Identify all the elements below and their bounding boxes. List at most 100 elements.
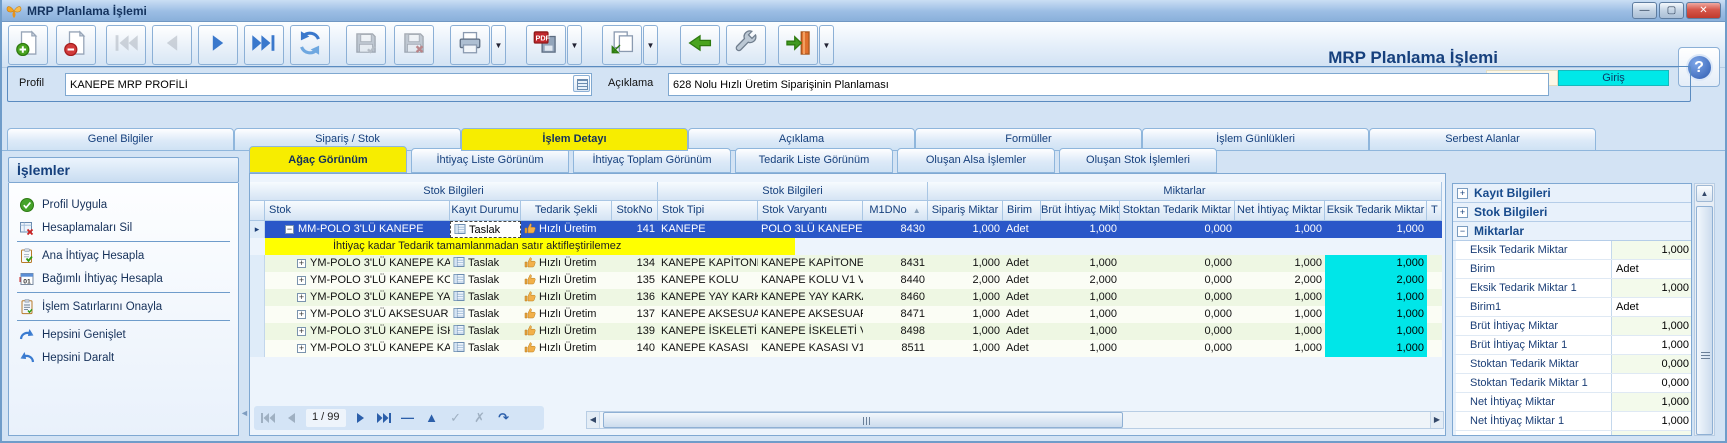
horizontal-scroll-thumb[interactable] <box>603 412 1123 428</box>
save-cancel-button[interactable] <box>394 25 434 65</box>
expand-icon[interactable]: + <box>297 275 306 285</box>
column-header-kayit[interactable]: Kayıt Durumu <box>450 201 521 221</box>
expand-icon[interactable]: + <box>1457 187 1468 199</box>
next-record-button[interactable] <box>198 25 238 65</box>
detail-vertical-scrollbar[interactable]: ▲ <box>1694 183 1715 436</box>
close-button[interactable]: ✕ <box>1686 2 1721 19</box>
export-pdf-button[interactable]: PDF <box>526 25 566 65</box>
tab-genel-bilgiler[interactable]: Genel Bilgiler <box>7 128 234 151</box>
column-header-varyant[interactable]: Stok Varyantı <box>758 201 863 221</box>
detail-field-value[interactable]: 1,000 <box>1611 412 1691 430</box>
first-record-button[interactable] <box>106 25 146 65</box>
detail-field-value[interactable]: 1,000 <box>1611 393 1691 411</box>
delete-record-button[interactable] <box>56 25 96 65</box>
export-pdf-dropdown-button[interactable]: ▼ <box>567 25 582 65</box>
detail-field-value[interactable]: Adet <box>1611 298 1691 316</box>
view-tab-i-htiya-toplam-g-r-n-m[interactable]: İhtiyaç Toplam Görünüm <box>573 148 731 173</box>
nav-next-button[interactable] <box>350 408 370 428</box>
sidebar-item-i-lem-sat-rlar-n-onayla[interactable]: İşlem Satırlarını Onayla <box>9 295 238 318</box>
maximize-button[interactable]: ▢ <box>1659 2 1684 19</box>
column-header-eksik[interactable]: Eksik Tedarik Miktar <box>1325 201 1427 221</box>
expand-icon[interactable]: + <box>297 326 306 336</box>
collapse-icon[interactable]: − <box>1457 225 1468 237</box>
column-header-birim[interactable]: Birim <box>1003 201 1041 221</box>
column-header-stokno[interactable]: StokNo <box>612 201 658 221</box>
column-header-brut[interactable]: Brüt İhtiyaç Miktar <box>1041 201 1120 221</box>
sidebar-item-hepsini-daralt[interactable]: Hepsini Daralt <box>9 346 238 369</box>
profil-input[interactable] <box>65 73 592 96</box>
detail-group-miktarlar[interactable]: − Miktarlar <box>1453 222 1691 241</box>
grid-row-137[interactable]: + YM-POLO 3'LÜ AKSESUAR V Taslak Hızlı Üret… <box>250 306 1442 323</box>
detail-field-value[interactable]: 1,000 <box>1611 317 1691 335</box>
grid-row-139[interactable]: + YM-POLO 3'LÜ KANEPE İSK Taslak Hızlı Üret… <box>250 323 1442 340</box>
detail-field-value[interactable]: 1,000 <box>1611 279 1691 297</box>
sidebar-item-hesaplamalar-sil[interactable]: Hesaplamaları Sil <box>9 216 238 239</box>
view-tab-olu-an-alsa-i-lemler[interactable]: Oluşan Alsa İşlemler <box>897 148 1055 173</box>
nav-post-button[interactable]: ✓ <box>446 408 466 428</box>
print-dropdown-button[interactable]: ▼ <box>491 25 506 65</box>
tools-button[interactable] <box>726 25 766 65</box>
exit-dropdown-button[interactable]: ▼ <box>819 25 834 65</box>
nav-last-button[interactable] <box>374 408 394 428</box>
expand-icon[interactable]: + <box>297 343 306 353</box>
grid-horizontal-scrollbar[interactable]: ◀ ▶ <box>586 411 1444 429</box>
nav-delete-button[interactable]: — <box>398 408 418 428</box>
detail-field-value[interactable]: 1,000 <box>1611 336 1691 354</box>
group-header-3[interactable]: Miktarlar <box>928 182 1442 201</box>
group-header-1[interactable]: Stok Bilgileri <box>250 182 658 201</box>
detail-field-value[interactable]: 0,000 <box>1611 355 1691 373</box>
nav-refresh-button[interactable]: ↷ <box>494 408 514 428</box>
sidebar-item-hepsini-geni-let[interactable]: Hepsini Genişlet <box>9 323 238 346</box>
view-tab-olu-an-stok-i-lemleri[interactable]: Oluşan Stok İşlemleri <box>1059 148 1217 173</box>
view-tab-a-a-g-r-n-m[interactable]: Ağaç Görünüm <box>249 146 407 173</box>
refresh-button[interactable] <box>290 25 330 65</box>
nav-previous-button[interactable] <box>282 408 302 428</box>
copy-dropdown-button[interactable]: ▼ <box>643 25 658 65</box>
column-header-stoktan[interactable]: Stoktan Tedarik Miktar <box>1120 201 1235 221</box>
add-record-button[interactable] <box>8 25 48 65</box>
sidebar-item-profil-uygula[interactable]: Profil Uygula <box>9 193 238 216</box>
column-header-ind[interactable] <box>250 201 265 221</box>
column-header-tipi[interactable]: Stok Tipi <box>658 201 758 221</box>
scroll-up-icon[interactable]: ▲ <box>1696 185 1713 202</box>
column-header-t[interactable]: T <box>1427 201 1442 221</box>
grid-row-134[interactable]: + YM-POLO 3'LÜ KANEPE KAP Taslak Hızlı Üret… <box>250 255 1442 272</box>
expand-icon[interactable]: + <box>297 258 306 268</box>
sidebar-item-ba-ml-i-htiya-hesapla[interactable]: 01 Bağımlı İhtiyaç Hesapla <box>9 267 238 290</box>
expand-icon[interactable]: + <box>297 292 306 302</box>
scroll-left-icon[interactable]: ◀ <box>587 412 600 428</box>
profil-lookup-button[interactable] <box>573 75 590 92</box>
last-record-button[interactable] <box>244 25 284 65</box>
revert-button[interactable] <box>680 25 720 65</box>
scroll-right-icon[interactable]: ▶ <box>1430 412 1443 428</box>
sidebar-item-ana-i-htiya-hesapla[interactable]: Ana İhtiyaç Hesapla <box>9 244 238 267</box>
exit-button[interactable] <box>778 25 818 65</box>
vertical-scroll-thumb[interactable] <box>1696 206 1713 435</box>
tab-serbest-alanlar[interactable]: Serbest Alanlar <box>1369 128 1596 151</box>
collapse-icon[interactable]: − <box>285 224 294 234</box>
expand-icon[interactable]: + <box>297 309 306 319</box>
nav-edit-button[interactable]: ▲ <box>422 408 442 428</box>
detail-field-value[interactable]: 0,000 <box>1611 431 1691 435</box>
copy-button[interactable] <box>602 25 642 65</box>
column-header-stok[interactable]: Stok <box>265 201 450 221</box>
nav-cancel-button[interactable]: ✗ <box>470 408 490 428</box>
save-button[interactable] <box>346 25 386 65</box>
view-tab-i-htiya-liste-g-r-n-m[interactable]: İhtiyaç Liste Görünüm <box>411 148 569 173</box>
column-header-tedarik[interactable]: Tedarik Şekli <box>521 201 612 221</box>
detail-field-value[interactable]: Adet <box>1611 260 1691 278</box>
detail-group-kay-t-bilgileri[interactable]: + Kayıt Bilgileri <box>1453 184 1691 203</box>
grid-row-135[interactable]: + YM-POLO 3'LÜ KANEPE KOL Taslak Hızlı Üret… <box>250 272 1442 289</box>
sidebar-splitter-arrow[interactable]: ◄ <box>240 408 249 418</box>
column-header-siparis[interactable]: Sipariş Miktar <box>928 201 1003 221</box>
grid-row-136[interactable]: + YM-POLO 3'LÜ KANEPE YAY Taslak Hızlı Üret… <box>250 289 1442 306</box>
column-header-net[interactable]: Net İhtiyaç Miktar <box>1235 201 1325 221</box>
column-header-m1dno[interactable]: M1DNo ▲ <box>863 201 928 221</box>
nav-first-button[interactable] <box>258 408 278 428</box>
detail-group-stok-bilgileri[interactable]: + Stok Bilgileri <box>1453 203 1691 222</box>
view-tab-tedarik-liste-g-r-n-m[interactable]: Tedarik Liste Görünüm <box>735 148 893 173</box>
print-button[interactable] <box>450 25 490 65</box>
tab-i-lem-detay-[interactable]: İşlem Detayı <box>461 128 688 151</box>
detail-field-value[interactable]: 1,000 <box>1611 241 1691 259</box>
expand-icon[interactable]: + <box>1457 206 1468 218</box>
